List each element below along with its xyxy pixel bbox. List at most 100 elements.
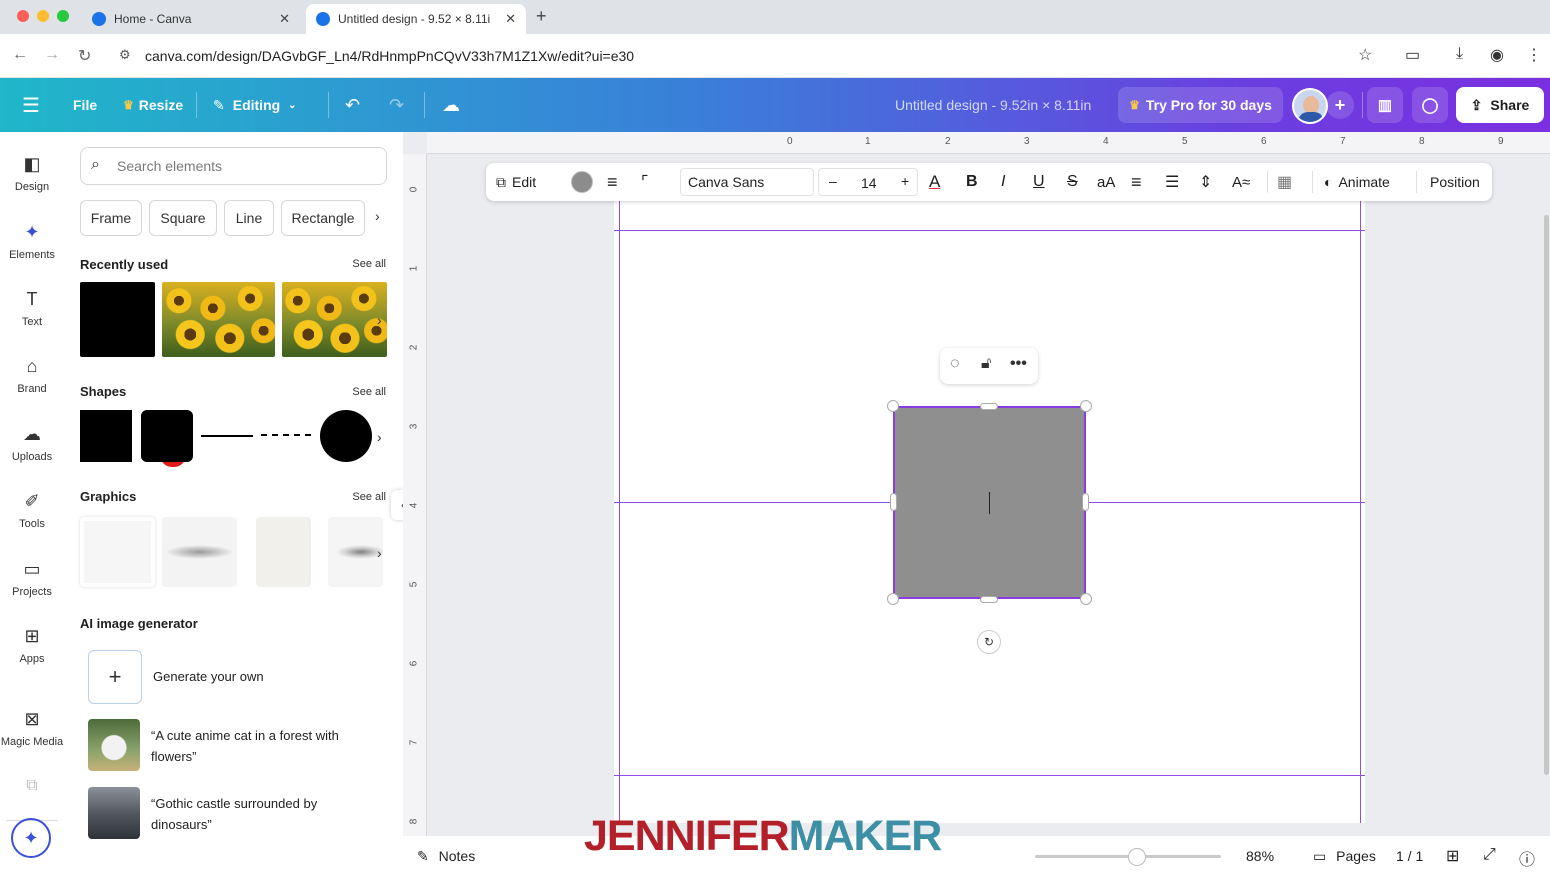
position-button[interactable]: Position [1430, 163, 1480, 201]
letter-case-button[interactable]: aA [1097, 163, 1115, 201]
rounded-square-shape[interactable] [141, 410, 193, 462]
chip-line[interactable]: Line [224, 200, 274, 236]
user-avatar[interactable] [1292, 88, 1328, 124]
rail-item-uploads[interactable]: ☁ Uploads [0, 424, 64, 463]
chevron-right-icon[interactable]: › [377, 545, 382, 561]
rail-item-design[interactable]: ◧ Design [0, 154, 64, 193]
profile-icon[interactable]: ◉ [1490, 45, 1504, 65]
ai-prompt-castle[interactable]: “Gothic castle surrounded by dinosaurs” [151, 793, 381, 835]
editing-mode-button[interactable]: ✎ Editing ⌄ [213, 78, 297, 132]
new-tab-icon[interactable]: + [536, 6, 547, 27]
text-color-button[interactable]: A [929, 163, 940, 201]
rail-item-magic-media[interactable]: ⊠ Magic Media [0, 709, 64, 748]
graphic-grey-stroke[interactable] [328, 517, 383, 587]
line-spacing-icon[interactable]: ⇕ [1199, 163, 1212, 201]
chip-square[interactable]: Square [149, 200, 217, 236]
notes-button[interactable]: ✎ Notes [417, 848, 475, 865]
insights-button[interactable]: ▥ [1367, 87, 1403, 123]
animate-button[interactable]: ◐ Animate [1324, 163, 1390, 201]
rotate-handle-icon[interactable]: ↻ [977, 630, 1001, 654]
font-family-dropdown[interactable]: Canva Sans [680, 168, 814, 196]
edit-button[interactable]: ⧉ Edit [496, 163, 536, 201]
try-pro-button[interactable]: ♛ Try Pro for 30 days [1118, 87, 1283, 123]
file-menu-button[interactable]: File [73, 78, 97, 132]
recent-sunflower-field-image[interactable] [282, 282, 387, 357]
url-field[interactable]: canva.com/design/DAGvbGF_Ln4/RdHnmpPnCQv… [145, 48, 634, 64]
recent-black-square[interactable] [80, 282, 155, 357]
close-window-dot[interactable] [17, 10, 29, 22]
browser-tab-design[interactable]: Untitled design - 9.52 × 8.11i ✕ [306, 4, 526, 34]
canva-assistant-button[interactable]: ✦ [11, 818, 51, 858]
resize-handle-top-right[interactable] [1080, 400, 1092, 412]
resize-button[interactable]: ♛ Resize [123, 78, 183, 132]
resize-handle-bottom-left[interactable] [887, 593, 899, 605]
rail-item-projects[interactable]: ▭ Projects [0, 559, 64, 598]
bullet-list-icon[interactable]: ☰ [1165, 163, 1179, 201]
square-shape[interactable] [80, 410, 132, 462]
bookmark-star-icon[interactable]: ☆ [1358, 45, 1372, 65]
resize-handle-left[interactable] [890, 493, 897, 511]
main-menu-icon[interactable]: ☰ [22, 78, 40, 132]
see-all-recent-link[interactable]: See all [352, 258, 386, 270]
resize-handle-top[interactable] [980, 403, 998, 410]
share-button[interactable]: ⇪ Share [1456, 87, 1544, 123]
fill-color-swatch[interactable] [571, 171, 593, 193]
ai-prompt-cat[interactable]: “A cute anime cat in a forest with flowe… [151, 725, 381, 767]
cast-icon[interactable]: ▭ [1405, 45, 1420, 65]
recent-sunflower-image[interactable] [162, 282, 275, 357]
corner-rounding-icon[interactable]: ⌜ [641, 163, 649, 201]
bold-button[interactable]: B [966, 163, 978, 201]
rail-item-tools[interactable]: ✐ Tools [0, 491, 64, 530]
zoom-level[interactable]: 88% [1246, 848, 1274, 864]
add-collaborator-button[interactable]: + [1326, 91, 1354, 119]
font-size-value[interactable]: 14 [861, 175, 877, 191]
comments-button[interactable]: ◯ [1412, 87, 1448, 123]
rail-item-elements[interactable]: ✦ Elements [0, 222, 64, 261]
resize-handle-right[interactable] [1082, 493, 1089, 511]
dashed-line-shape[interactable] [261, 434, 311, 436]
strikethrough-button[interactable]: S [1067, 163, 1078, 201]
back-icon[interactable]: ← [12, 46, 28, 64]
comment-add-icon[interactable]: ◌ [950, 355, 960, 373]
see-all-graphics-link[interactable]: See all [352, 491, 386, 503]
font-size-stepper[interactable]: – 14 + [818, 168, 918, 196]
browser-tab-home[interactable]: Home - Canva ✕ [82, 4, 300, 34]
rail-item-text[interactable]: T Text [0, 289, 64, 328]
more-options-icon[interactable]: ••• [1010, 355, 1027, 373]
forward-icon[interactable]: → [44, 46, 60, 64]
vertical-scrollbar[interactable] [1544, 215, 1549, 775]
resize-handle-bottom-right[interactable] [1080, 593, 1092, 605]
chip-rectangle[interactable]: Rectangle [281, 200, 365, 236]
graphic-paper-texture[interactable] [256, 517, 311, 587]
maximize-window-dot[interactable] [57, 10, 69, 22]
text-effects-icon[interactable]: A≈ [1232, 163, 1250, 201]
reload-icon[interactable]: ↻ [78, 46, 91, 66]
close-tab-icon[interactable]: ✕ [505, 11, 516, 27]
grid-view-icon[interactable]: ⊞ [1446, 846, 1459, 866]
zoom-slider-knob[interactable] [1128, 848, 1146, 866]
graphic-grey-brush[interactable] [162, 517, 237, 587]
lock-icon[interactable]: 🔓︎ [981, 355, 991, 373]
underline-button[interactable]: U [1033, 163, 1045, 201]
chip-frame[interactable]: Frame [80, 200, 142, 236]
graphic-white-frame[interactable] [80, 517, 155, 587]
resize-handle-bottom[interactable] [980, 596, 998, 603]
search-input[interactable] [117, 156, 377, 176]
rail-item-apps[interactable]: ⊞ Apps [0, 626, 64, 665]
circle-shape[interactable] [320, 410, 372, 462]
resize-handle-top-left[interactable] [887, 400, 899, 412]
generate-label[interactable]: Generate your own [153, 669, 264, 684]
ai-cat-thumbnail[interactable] [88, 719, 140, 771]
help-icon[interactable]: ⓘ [1519, 846, 1535, 870]
transparency-icon[interactable]: ▦ [1277, 163, 1292, 201]
design-title[interactable]: Untitled design - 9.52in × 8.11in [895, 97, 1091, 113]
pages-button[interactable]: ▭ Pages [1313, 848, 1376, 865]
chevron-right-icon[interactable]: › [375, 208, 380, 224]
decrease-size-button[interactable]: – [829, 173, 837, 189]
increase-size-button[interactable]: + [901, 173, 909, 189]
close-tab-icon[interactable]: ✕ [279, 11, 290, 27]
see-all-shapes-link[interactable]: See all [352, 386, 386, 398]
fullscreen-icon[interactable]: ⤢ [1483, 846, 1496, 864]
chevron-right-icon[interactable]: › [377, 429, 382, 445]
ai-castle-thumbnail[interactable] [88, 787, 140, 839]
